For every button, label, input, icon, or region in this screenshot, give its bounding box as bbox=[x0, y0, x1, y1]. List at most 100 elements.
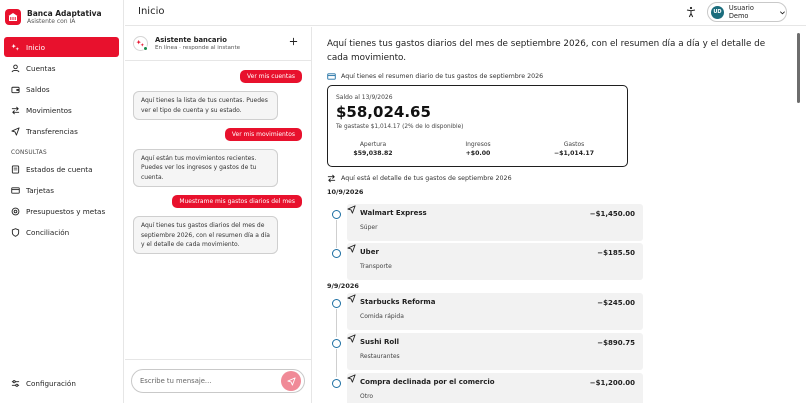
timeline-dot bbox=[332, 249, 341, 258]
chat-header: Asistente bancario En línea · responde a… bbox=[125, 27, 311, 61]
sidebar-item-cuentas[interactable]: Cuentas bbox=[4, 58, 119, 78]
user-menu-button[interactable]: UD Usuario Demo bbox=[707, 2, 787, 22]
sidebar-item-presupuestos-y-metas[interactable]: Presupuestos y metas bbox=[4, 201, 119, 221]
summary-card: Saldo al 13/9/2026 $58,024.65 Te gastast… bbox=[327, 85, 628, 167]
bot-message: Aquí están tus movimientos recientes. Pu… bbox=[133, 149, 278, 188]
transaction-amount: −$890.75 bbox=[597, 339, 635, 347]
timeline-dot bbox=[332, 339, 341, 348]
sidebar-item-configuracion[interactable]: Configuración bbox=[4, 373, 119, 393]
transaction-row[interactable]: Uber Transporte −$185.50 bbox=[327, 243, 645, 283]
swap-icon bbox=[327, 174, 336, 183]
send-icon bbox=[347, 334, 356, 343]
transaction-row[interactable]: Starbucks Reforma Comida rápida −$245.00 bbox=[327, 293, 645, 337]
send-icon bbox=[347, 205, 356, 214]
transaction-row[interactable]: Compra declinada por el comercio Otro −$… bbox=[327, 373, 645, 403]
user-message: Ver mis cuentas bbox=[240, 70, 302, 84]
transaction-row[interactable]: Walmart Express Súper −$1,450.00 bbox=[327, 204, 645, 248]
sidebar-item-label: Tarjetas bbox=[26, 185, 54, 195]
transaction-row[interactable]: Sushi Roll Restaurantes −$890.75 bbox=[327, 333, 645, 377]
transaction-category: Súper bbox=[360, 224, 378, 231]
transaction-card: Walmart Express Súper −$1,450.00 bbox=[347, 204, 643, 241]
sidebar-item-estados-de-cuenta[interactable]: Estados de cuenta bbox=[4, 159, 119, 179]
sidebar-item-label: Saldos bbox=[26, 84, 50, 94]
transaction-amount: −$245.00 bbox=[597, 299, 635, 307]
chat-message-input[interactable] bbox=[131, 369, 305, 393]
bot-message: Aquí tienes tus gastos diarios del mes d… bbox=[133, 216, 278, 255]
day-date: 10/9/2026 bbox=[327, 188, 364, 196]
transaction-name: Sushi Roll bbox=[360, 338, 400, 346]
brand-subtitle: Asistente con IA bbox=[27, 17, 76, 25]
settings-sliders-icon bbox=[11, 379, 20, 387]
main-content: Aquí tienes tus gastos diarios del mes d… bbox=[313, 27, 793, 403]
send-icon bbox=[347, 244, 356, 253]
transaction-category: Otro bbox=[360, 393, 374, 400]
card-icon bbox=[11, 186, 20, 194]
section-label-consultas: CONSULTAS bbox=[11, 150, 47, 156]
summary-ingresos: Ingresos +$0.00 bbox=[438, 141, 518, 157]
summary-col-value: +$0.00 bbox=[465, 150, 491, 157]
transaction-name: Uber bbox=[360, 248, 379, 256]
summary-gastos: Gastos −$1,014.17 bbox=[534, 141, 614, 157]
balance-amount: $58,024.65 bbox=[336, 103, 431, 121]
detail-caption-text: Aquí está el detalle de tus gastos de se… bbox=[341, 175, 512, 182]
summary-col-value: −$1,014.17 bbox=[553, 150, 595, 157]
sidebar-item-label: Movimientos bbox=[26, 105, 72, 115]
send-icon bbox=[347, 294, 356, 303]
user-message: Muestrame mis gastos diarios del mes bbox=[172, 195, 302, 209]
chat-composer bbox=[125, 359, 311, 403]
chat-panel: Asistente bancario En línea · responde a… bbox=[125, 27, 312, 403]
send-button[interactable] bbox=[281, 371, 301, 391]
summary-col-label: Gastos bbox=[563, 141, 585, 148]
send-icon bbox=[11, 126, 20, 136]
top-header: Inicio bbox=[125, 0, 806, 26]
plus-icon[interactable] bbox=[289, 37, 298, 46]
sidebar-item-saldos[interactable]: Saldos bbox=[4, 79, 119, 99]
sidebar-item-label: Transferencias bbox=[26, 126, 78, 136]
transaction-card: Uber Transporte −$185.50 bbox=[347, 243, 643, 280]
sidebar-item-transferencias[interactable]: Transferencias bbox=[4, 121, 119, 141]
sidebar-item-tarjetas[interactable]: Tarjetas bbox=[4, 180, 119, 200]
transaction-card: Sushi Roll Restaurantes −$890.75 bbox=[347, 333, 643, 370]
spending-note: Te gastaste $1,014.17 (2% de lo disponib… bbox=[336, 124, 464, 130]
sidebar-item-label: Inicio bbox=[26, 42, 46, 52]
avatar: UD bbox=[711, 5, 724, 19]
document-icon bbox=[11, 164, 20, 174]
sidebar-item-label: Conciliación bbox=[26, 227, 70, 237]
transaction-name: Compra declinada por el comercio bbox=[360, 378, 495, 386]
sidebar-item-label: Estados de cuenta bbox=[26, 164, 93, 174]
transaction-card: Compra declinada por el comercio Otro −$… bbox=[347, 373, 643, 403]
transaction-category: Transporte bbox=[360, 263, 392, 270]
assistant-intro: Aquí tienes tus gastos diarios del mes d… bbox=[327, 39, 766, 63]
shield-icon bbox=[11, 227, 20, 237]
sidebar-item-movimientos[interactable]: Movimientos bbox=[4, 100, 119, 120]
card-icon bbox=[327, 73, 336, 80]
brand-title: Banca Adaptativa bbox=[27, 8, 102, 18]
transaction-category: Restaurantes bbox=[360, 353, 400, 360]
summary-apertura: Apertura $59,038.82 bbox=[333, 141, 413, 157]
summary-col-label: Apertura bbox=[359, 141, 387, 148]
sidebar-item-label: Configuración bbox=[26, 378, 76, 388]
user-message: Ver mis movimientos bbox=[224, 127, 302, 142]
transaction-category: Comida rápida bbox=[360, 313, 404, 320]
summary-col-label: Ingresos bbox=[465, 141, 491, 148]
sidebar: Banca Adaptativa Asistente con IA Inicio… bbox=[0, 0, 124, 403]
swap-icon bbox=[11, 106, 20, 114]
send-icon bbox=[347, 374, 356, 383]
timeline-dot bbox=[332, 299, 341, 308]
sidebar-item-label: Presupuestos y metas bbox=[26, 206, 106, 216]
summary-col-value: $59,038.82 bbox=[353, 150, 393, 157]
bot-message: Aquí tienes la lista de tus cuentas. Pue… bbox=[133, 91, 278, 120]
accessibility-icon[interactable] bbox=[685, 6, 697, 18]
day-date: 9/9/2026 bbox=[327, 282, 359, 290]
main-scrollbar[interactable] bbox=[795, 27, 803, 403]
brand: Banca Adaptativa Asistente con IA bbox=[0, 2, 123, 32]
transaction-amount: −$1,200.00 bbox=[589, 379, 635, 387]
sidebar-item-inicio[interactable]: Inicio bbox=[4, 37, 119, 57]
transaction-name: Starbucks Reforma bbox=[360, 298, 436, 306]
sidebar-item-conciliacion[interactable]: Conciliación bbox=[4, 222, 119, 242]
detail-caption: Aquí está el detalle de tus gastos de se… bbox=[327, 174, 512, 183]
sparkle-icon bbox=[11, 43, 20, 51]
bot-avatar bbox=[133, 36, 148, 51]
scroll-thumb[interactable] bbox=[797, 33, 800, 103]
wallet-icon bbox=[11, 86, 20, 93]
